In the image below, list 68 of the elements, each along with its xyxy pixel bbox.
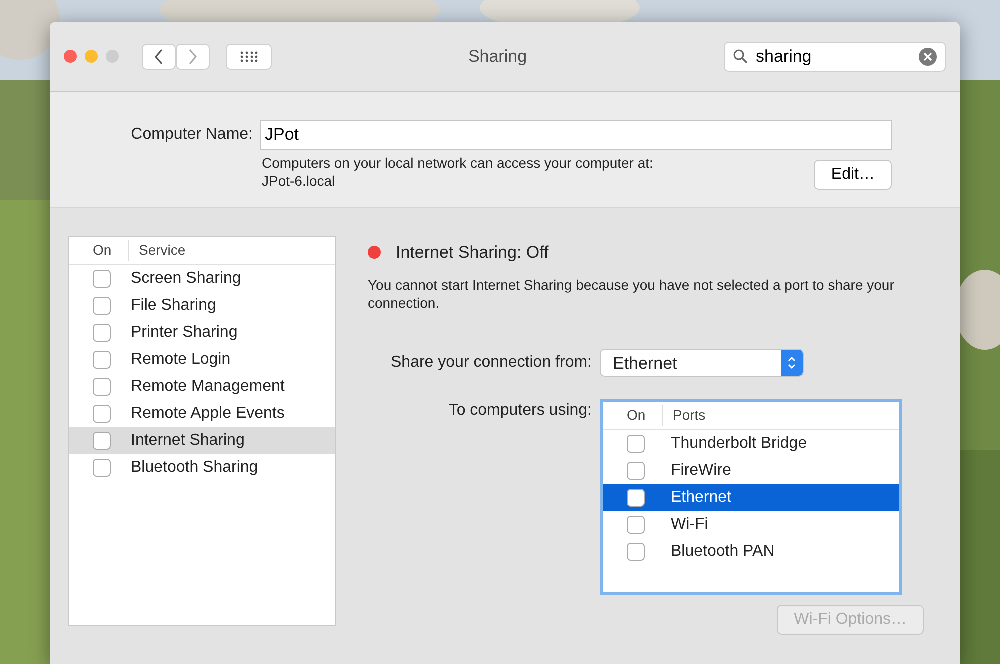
checkbox[interactable]	[627, 542, 645, 561]
checkbox[interactable]	[93, 432, 111, 450]
list-row[interactable]: File Sharing	[69, 292, 335, 319]
row-label: Bluetooth PAN	[671, 542, 775, 562]
list-row[interactable]: Screen Sharing	[69, 265, 335, 292]
network-note: Computers on your local network can access your computer at:	[262, 154, 654, 172]
list-row[interactable]: FireWire	[603, 457, 899, 484]
checkbox[interactable]	[93, 270, 111, 288]
row-label: FireWire	[671, 460, 732, 481]
checkbox[interactable]	[627, 434, 645, 453]
row-label: Thunderbolt Bridge	[671, 434, 808, 454]
list-row[interactable]: Remote Apple Events	[69, 400, 335, 427]
checkbox[interactable]	[93, 350, 111, 368]
list-row[interactable]: Wi-Fi	[603, 511, 899, 538]
checkbox[interactable]	[627, 488, 645, 507]
checkbox[interactable]	[93, 378, 111, 396]
row-label: Wi-Fi	[671, 514, 708, 535]
connection-dropdown[interactable]: Ethernet	[600, 349, 804, 378]
row-label: Ethernet	[671, 488, 732, 508]
checkbox[interactable]	[93, 296, 111, 314]
checkbox[interactable]	[93, 404, 111, 422]
list-row[interactable]: Remote Management	[69, 373, 335, 400]
status-message: You cannot start Internet Sharing because you have not selected a port to share your connection.	[368, 276, 896, 314]
list-row[interactable]: Internet Sharing	[69, 427, 335, 454]
row-label: Remote Management	[131, 376, 285, 396]
clear-icon[interactable]	[919, 48, 937, 66]
checkbox[interactable]	[627, 462, 645, 480]
column-header: Ports	[672, 406, 706, 426]
edit-button[interactable]: Edit…	[814, 160, 892, 190]
list-row[interactable]: Ethernet	[603, 484, 899, 512]
grid-button[interactable]	[226, 44, 272, 70]
list-row[interactable]: Bluetooth Sharing	[69, 454, 335, 481]
computer-name-field[interactable]: JPot	[260, 120, 892, 150]
checkbox[interactable]	[93, 458, 111, 476]
local-address: JPot-6.local	[262, 172, 336, 190]
close-icon[interactable]	[64, 50, 77, 63]
column-header: On	[603, 405, 663, 426]
stepper-icon	[787, 355, 797, 372]
list-row[interactable]: Thunderbolt Bridge	[603, 430, 899, 458]
row-label: File Sharing	[131, 296, 216, 316]
to-computers-label: To computers using:	[448, 401, 593, 422]
minimize-icon[interactable]	[85, 50, 98, 63]
list-row[interactable]: Printer Sharing	[69, 319, 335, 346]
checkbox[interactable]	[93, 324, 111, 342]
chevron-right-icon	[188, 48, 198, 64]
row-label: Remote Apple Events	[131, 404, 285, 424]
computer-name-label: Computer Name:	[130, 125, 254, 145]
share-from-label: Share your connection from:	[390, 353, 593, 374]
row-label: Screen Sharing	[131, 268, 242, 288]
ports-list[interactable]: On Ports Thunderbolt Bridge FireWire Ethernet Wi-Fi Bluetooth PAN	[600, 399, 902, 596]
column-header: Service	[138, 241, 186, 260]
window-title: Sharing	[467, 46, 528, 68]
list-row[interactable]: Remote Login	[69, 346, 335, 373]
search-field[interactable]: sharing	[724, 42, 946, 72]
search-input[interactable]: sharing	[754, 42, 913, 70]
column-header: On	[69, 240, 129, 261]
search-icon	[733, 49, 748, 64]
row-label: Printer Sharing	[131, 322, 238, 342]
row-label: Internet Sharing	[131, 430, 245, 450]
row-label: Bluetooth Sharing	[131, 458, 258, 478]
chevron-left-icon	[154, 48, 164, 64]
status-label: Internet Sharing: Off	[396, 242, 549, 264]
row-label: Remote Login	[131, 350, 231, 370]
grid-icon	[240, 50, 258, 62]
back-button[interactable]	[142, 44, 176, 70]
checkbox[interactable]	[627, 516, 645, 534]
zoom-icon[interactable]	[106, 50, 119, 63]
list-row[interactable]: Bluetooth PAN	[603, 538, 899, 566]
